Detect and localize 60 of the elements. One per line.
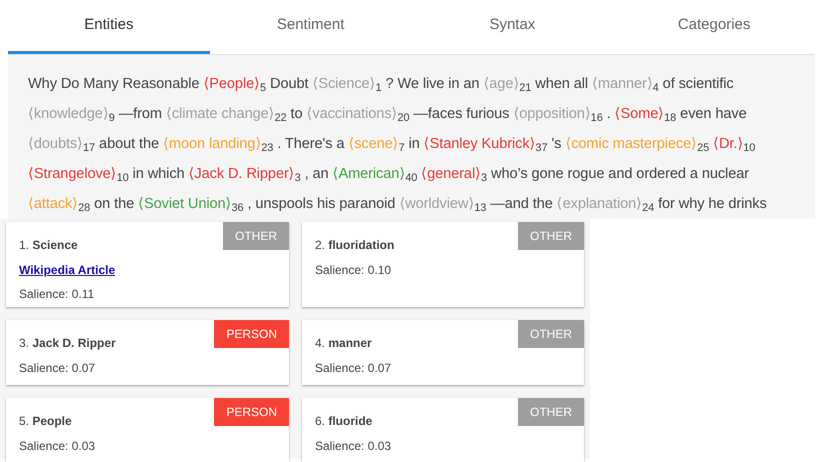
entity-mention: ⟨manner⟩$_{4}$ — [592, 76, 659, 92]
salience-text: Salience: 0.11 — [19, 286, 96, 303]
entity-mention: ⟨comic masterpiece⟩$_{25}$ — [565, 136, 710, 152]
entity-mention: ⟨Dr.⟩$_{10}$ — [713, 136, 756, 152]
salience-text: Salience: 0.07 — [19, 360, 96, 377]
passage-text: in which — [132, 166, 185, 182]
passage-text: on the — [94, 196, 134, 212]
wikipedia-link[interactable]: Wikipedia Article — [19, 261, 116, 279]
passage-text: in — [408, 136, 420, 152]
passage-text: Why Do Many Reasonable — [28, 76, 200, 92]
entity-mention: ⟨Strangelove⟩$_{10}$ — [28, 166, 129, 182]
passage-text: for why he drinks — [658, 196, 767, 212]
salience-text: Salience: 0.03 — [315, 438, 392, 455]
passage-text: . There's a — [277, 136, 344, 152]
passage-text: about the — [99, 136, 160, 152]
entity-mention: ⟨knowledge⟩$_{9}$ — [28, 106, 115, 122]
entity-mention: ⟨Science⟩$_{1}$ — [312, 76, 382, 92]
passage-text: when all — [535, 76, 588, 92]
type-badge: PERSON — [214, 320, 289, 348]
passage-text: who’s gone rogue and ordered a nuclear — [491, 166, 749, 182]
passage-text: —from — [118, 106, 162, 122]
passage-text: , an — [304, 166, 329, 182]
salience-text: Salience: 0.10 — [315, 262, 392, 279]
tab[interactable]: Sentiment — [210, 0, 412, 54]
passage-text: to — [290, 106, 303, 122]
type-badge: OTHER — [223, 222, 289, 250]
type-badge: OTHER — [518, 320, 584, 348]
passage-text: even have — [680, 106, 747, 122]
type-badge: OTHER — [518, 222, 584, 250]
passage-text: —and the — [490, 196, 553, 212]
entity-mention: ⟨moon landing⟩$_{23}$ — [162, 136, 274, 152]
passage-text: , unspools his paranoid — [247, 196, 396, 212]
salience-text: Salience: 0.03 — [19, 438, 96, 455]
entity-mention: ⟨Some⟩$_{18}$ — [614, 106, 676, 122]
entity-mention: ⟨explanation⟩$_{24}$ — [556, 196, 654, 212]
entity-mention: ⟨People⟩$_{5}$ — [203, 76, 266, 92]
entity-mention: ⟨general⟩$_{3}$ — [421, 166, 488, 182]
passage-text: 's — [551, 136, 562, 152]
passage-text: of scientific — [662, 76, 734, 92]
type-badge: OTHER — [518, 398, 584, 426]
entity-mention: ⟨vaccinations⟩$_{20}$ — [306, 106, 410, 122]
salience-text: Salience: 0.07 — [315, 360, 392, 377]
entity-mention: ⟨attack⟩$_{28}$ — [28, 196, 90, 212]
entity-mention: ⟨Stanley Kubrick⟩$_{37}$ — [424, 136, 548, 152]
passage-text: ? We live in an — [385, 76, 480, 92]
entity-mention: ⟨climate change⟩$_{22}$ — [166, 106, 287, 122]
entity-mention: ⟨worldview⟩$_{13}$ — [399, 196, 486, 212]
type-badge: PERSON — [214, 398, 289, 426]
entity-mention: ⟨Jack D. Ripper⟩$_{3}$ — [188, 166, 301, 182]
passage-text: —faces furious — [413, 106, 510, 122]
tab[interactable]: Categories — [613, 0, 815, 54]
entity-mention: ⟨Soviet Union⟩$_{36}$ — [138, 196, 244, 212]
passage-text: . — [606, 106, 611, 122]
entity-mention: ⟨American⟩$_{40}$ — [332, 166, 418, 182]
tab[interactable]: Syntax — [412, 0, 614, 54]
passage-text: Doubt — [270, 76, 308, 92]
entity-mention: ⟨opposition⟩$_{16}$ — [513, 106, 603, 122]
entity-mention: ⟨scene⟩$_{7}$ — [348, 136, 405, 152]
entity-mention: ⟨age⟩$_{21}$ — [483, 76, 532, 92]
entity-mention: ⟨doubts⟩$_{17}$ — [28, 136, 96, 152]
